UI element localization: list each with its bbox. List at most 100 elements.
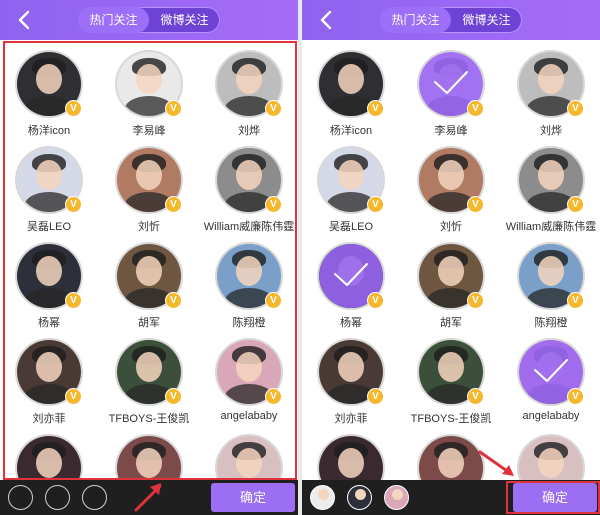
empty-selection-slot bbox=[82, 485, 107, 510]
empty-selection-slot bbox=[8, 485, 33, 510]
verified-badge-icon: V bbox=[65, 388, 82, 405]
verified-badge-icon: V bbox=[467, 196, 484, 213]
avatar-face bbox=[35, 447, 63, 479]
verified-badge-icon: V bbox=[567, 388, 584, 405]
avatar-face bbox=[537, 447, 565, 479]
avatar-face bbox=[135, 255, 163, 287]
avatar-face bbox=[337, 447, 365, 479]
celebrity-card[interactable]: V 杨幂 bbox=[1, 232, 97, 329]
avatar-face bbox=[437, 255, 465, 287]
verified-badge-icon: V bbox=[265, 196, 282, 213]
avatar-face bbox=[337, 63, 365, 95]
checkmark-icon bbox=[534, 359, 568, 382]
tab-weibo-follow[interactable]: 微博关注 bbox=[451, 7, 522, 33]
verified-badge-icon: V bbox=[165, 388, 182, 405]
celebrity-card[interactable]: Vangelababy bbox=[503, 328, 599, 424]
screen-left: 热门关注 微博关注 V 杨洋icon V 李易峰 V 刘烨 V 吴磊LEO V 刘忻 V Willia… bbox=[0, 0, 298, 515]
avatar-face bbox=[35, 351, 63, 383]
avatar-face bbox=[35, 63, 63, 95]
avatar-face bbox=[437, 351, 465, 383]
tab-switcher: 热门关注 微博关注 bbox=[380, 7, 522, 33]
selected-avatar-thumb[interactable] bbox=[310, 485, 335, 510]
verified-badge-icon: V bbox=[467, 100, 484, 117]
top-bar: 热门关注 微博关注 bbox=[302, 0, 600, 40]
celebrity-card[interactable]: V 杨幂 bbox=[303, 232, 399, 329]
verified-badge-icon: V bbox=[165, 196, 182, 213]
verified-badge-icon: V bbox=[165, 292, 182, 309]
confirm-button[interactable]: 确定 bbox=[211, 483, 295, 512]
avatar-face bbox=[337, 159, 365, 191]
celebrity-card[interactable]: V 刘烨 bbox=[201, 40, 297, 137]
avatar-face bbox=[235, 159, 263, 191]
selection-bar: 确定 bbox=[302, 480, 600, 515]
celebrity-card[interactable]: V 胡军 bbox=[101, 232, 197, 329]
confirm-button[interactable]: 确定 bbox=[513, 483, 597, 512]
celebrity-card[interactable]: V 胡军 bbox=[403, 232, 499, 329]
celebrity-card[interactable]: V 刘忻 bbox=[403, 136, 499, 233]
selection-bar: 确定 bbox=[0, 480, 298, 515]
verified-badge-icon: V bbox=[265, 388, 282, 405]
top-bar: 热门关注 微博关注 bbox=[0, 0, 298, 40]
celebrity-card[interactable]: V William威廉陈伟霆 bbox=[201, 136, 297, 233]
celebrity-card[interactable]: V 吴磊LEO bbox=[1, 136, 97, 233]
verified-badge-icon: V bbox=[367, 100, 384, 117]
tab-hot-follow[interactable]: 热门关注 bbox=[380, 7, 451, 33]
avatar-face bbox=[235, 447, 263, 479]
celebrity-card[interactable]: V 刘烨 bbox=[503, 40, 599, 137]
verified-badge-icon: V bbox=[567, 292, 584, 309]
avatar-face bbox=[235, 255, 263, 287]
celebrity-card[interactable]: V 杨洋icon bbox=[1, 40, 97, 137]
avatar-face bbox=[135, 159, 163, 191]
verified-badge-icon: V bbox=[567, 100, 584, 117]
verified-badge-icon: V bbox=[567, 196, 584, 213]
chevron-left-icon bbox=[320, 10, 332, 30]
celebrity-card[interactable]: V 陈翔橙 bbox=[503, 232, 599, 329]
celebrity-card[interactable]: V 吴磊LEO bbox=[303, 136, 399, 233]
avatar-face bbox=[437, 447, 465, 479]
avatar-face bbox=[537, 159, 565, 191]
celebrity-name: angelababy bbox=[220, 410, 278, 422]
back-button[interactable] bbox=[316, 9, 338, 31]
checkmark-icon bbox=[434, 71, 468, 94]
tab-hot-follow[interactable]: 热门关注 bbox=[78, 7, 149, 33]
celebrity-name: angelababy bbox=[522, 410, 580, 422]
verified-badge-icon: V bbox=[265, 100, 282, 117]
checkmark-icon bbox=[334, 263, 368, 286]
celebrity-card[interactable]: V TFBOYS-王俊凯 bbox=[101, 328, 197, 425]
celebrity-card[interactable]: V 杨洋icon bbox=[303, 40, 399, 137]
chevron-left-icon bbox=[18, 10, 30, 30]
verified-badge-icon: V bbox=[65, 100, 82, 117]
avatar-face bbox=[135, 63, 163, 95]
celebrity-card[interactable]: V 刘亦菲 bbox=[1, 328, 97, 425]
verified-badge-icon: V bbox=[367, 388, 384, 405]
verified-badge-icon: V bbox=[265, 292, 282, 309]
celebrity-card[interactable]: Vangelababy bbox=[201, 328, 297, 424]
avatar-face bbox=[35, 159, 63, 191]
verified-badge-icon: V bbox=[65, 196, 82, 213]
empty-selection-slot bbox=[45, 485, 70, 510]
celebrity-grid: V 杨洋icon V 李易峰 V 刘烨 V 吴磊LEO V 刘忻 V William威廉陈伟霆 V 杨幂 V… bbox=[0, 40, 298, 500]
celebrity-card[interactable]: V TFBOYS-王俊凯 bbox=[403, 328, 499, 425]
avatar-face bbox=[135, 351, 163, 383]
celebrity-grid: V 杨洋icon V 李易峰 V 刘烨 V 吴磊LEO V 刘忻 V William威廉陈伟霆 V 杨幂 V… bbox=[302, 40, 600, 500]
celebrity-card[interactable]: V 刘亦菲 bbox=[303, 328, 399, 425]
avatar-face bbox=[337, 351, 365, 383]
celebrity-card[interactable]: V 陈翔橙 bbox=[201, 232, 297, 329]
celebrity-card[interactable]: V 刘忻 bbox=[101, 136, 197, 233]
selected-avatar-thumb[interactable] bbox=[384, 485, 409, 510]
verified-badge-icon: V bbox=[467, 292, 484, 309]
avatar-face bbox=[437, 159, 465, 191]
selected-avatar-thumb[interactable] bbox=[347, 485, 372, 510]
avatar-face bbox=[537, 255, 565, 287]
verified-badge-icon: V bbox=[65, 292, 82, 309]
verified-badge-icon: V bbox=[165, 100, 182, 117]
avatar-face bbox=[35, 255, 63, 287]
verified-badge-icon: V bbox=[367, 196, 384, 213]
back-button[interactable] bbox=[14, 9, 36, 31]
avatar-face bbox=[235, 351, 263, 383]
celebrity-card[interactable]: V 李易峰 bbox=[101, 40, 197, 137]
celebrity-card[interactable]: V 李易峰 bbox=[403, 40, 499, 137]
tab-weibo-follow[interactable]: 微博关注 bbox=[149, 7, 220, 33]
celebrity-card[interactable]: V William威廉陈伟霆 bbox=[503, 136, 599, 233]
avatar-face bbox=[537, 63, 565, 95]
